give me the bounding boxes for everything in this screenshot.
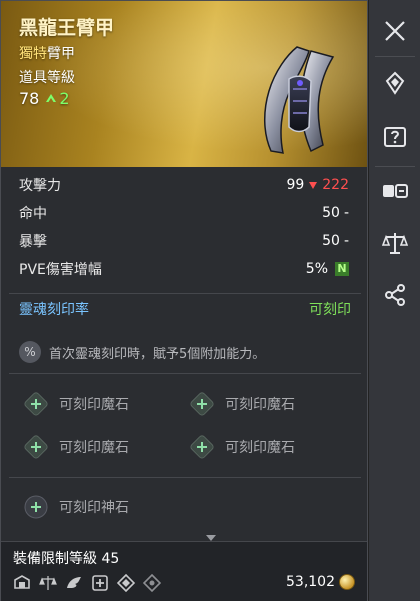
stat-label: PVE傷害增幅 xyxy=(19,262,102,278)
stat-label: 命中 xyxy=(19,206,47,222)
diamond-icon xyxy=(143,574,161,592)
item-tooltip-panel: 黑龍王臂甲 獨特臂甲 道具等級 78 2 攻擊力 99 222 命中 50 - … xyxy=(0,0,368,601)
type-word: 臂甲 xyxy=(47,46,75,62)
equip-level-requirement: 裝備限制等級 45 xyxy=(13,548,119,568)
stat-row-accuracy: 命中 50 - xyxy=(1,199,367,227)
mana-stone-slot-3[interactable]: 可刻印魔石 xyxy=(23,434,129,460)
item-header: 黑龍王臂甲 獨特臂甲 道具等級 78 2 xyxy=(1,1,367,167)
soul-engrave-row: 靈魂刻印率 可刻印 xyxy=(19,299,351,323)
gem-icon xyxy=(385,71,405,95)
percent-icon: % xyxy=(19,341,41,363)
god-stone-slot[interactable]: 可刻印神石 xyxy=(23,494,129,520)
arrow-up-icon xyxy=(46,93,57,102)
share-button[interactable] xyxy=(378,278,412,312)
stat-row-critical: 暴擊 50 - xyxy=(1,227,367,255)
stat-row-pve-damage: PVE傷害增幅 5% N xyxy=(1,255,367,283)
stat-value: 5% N xyxy=(306,261,349,277)
stat-diff: - xyxy=(343,205,349,221)
enchant-icon xyxy=(117,574,135,592)
item-level: 78 2 xyxy=(19,89,70,108)
item-name: 黑龍王臂甲 xyxy=(19,17,115,39)
compare-button[interactable] xyxy=(378,174,412,208)
req-level: 45 xyxy=(101,551,120,567)
storage-icon xyxy=(14,575,30,589)
mana-stone-slot-2[interactable]: 可刻印魔石 xyxy=(189,391,295,417)
divider xyxy=(9,477,361,478)
slot-label: 可刻印魔石 xyxy=(225,440,295,456)
mana-stone-slot-1[interactable]: 可刻印魔石 xyxy=(23,391,129,417)
soul-engrave-label: 靈魂刻印率 xyxy=(19,302,89,318)
slot-label: 可刻印神石 xyxy=(59,500,129,516)
item-grade: 獨特臂甲 xyxy=(19,43,75,63)
req-label: 裝備限制等級 xyxy=(13,551,97,567)
grade-word: 獨特 xyxy=(19,46,47,62)
item-info-button[interactable] xyxy=(378,120,412,154)
divider xyxy=(9,293,361,294)
close-button[interactable] xyxy=(378,14,412,48)
slot-label: 可刻印魔石 xyxy=(225,397,295,413)
share-icon xyxy=(385,284,405,306)
gauntlet-icon xyxy=(264,46,335,154)
price-value: 53,102 xyxy=(286,574,335,590)
gem-button[interactable] xyxy=(378,66,412,100)
tooltip-sidebar xyxy=(368,0,420,601)
level-up-indicator: 2 xyxy=(45,89,70,108)
stat-value: 50 - xyxy=(322,205,349,221)
kinah-coin-icon xyxy=(339,574,355,590)
sidebar-divider xyxy=(375,56,415,57)
stat-number: 50 xyxy=(322,233,340,249)
divider xyxy=(9,373,361,374)
stat-number: 50 xyxy=(322,205,340,221)
stat-diff: 222 xyxy=(322,177,349,193)
wing-icon xyxy=(67,577,81,588)
close-icon xyxy=(385,21,405,41)
trade-icon xyxy=(39,576,57,590)
new-badge: N xyxy=(335,262,349,276)
soul-engrave-desc-text: 首次靈魂刻印時，賦予5個附加能力。 xyxy=(49,346,266,362)
item-trait-icons xyxy=(13,574,161,592)
mana-stone-slot-4[interactable]: 可刻印魔石 xyxy=(189,434,295,460)
unknown-item-icon xyxy=(384,127,406,147)
arrow-down-icon xyxy=(309,182,318,189)
sell-price: 53,102 xyxy=(286,574,355,590)
empty-slot-plus-icon xyxy=(24,392,48,416)
soul-engrave-desc: % 首次靈魂刻印時，賦予5個附加能力。 xyxy=(19,341,265,363)
extract-icon xyxy=(92,575,108,591)
compare-icon xyxy=(383,184,408,198)
soul-engrave-status: 可刻印 xyxy=(309,302,351,318)
stat-label: 攻擊力 xyxy=(19,178,61,194)
tooltip-footer: 裝備限制等級 45 53,102 xyxy=(1,541,367,601)
stat-number: 5% xyxy=(305,261,328,277)
stat-value: 99 222 xyxy=(286,177,349,193)
stat-list: 攻擊力 99 222 命中 50 - 暴擊 50 - PVE傷害增幅 5% N xyxy=(1,171,367,283)
scales-button[interactable] xyxy=(378,226,412,260)
stat-diff: - xyxy=(343,233,349,249)
stat-number: 99 xyxy=(286,177,305,193)
empty-slot-plus-icon xyxy=(24,495,48,519)
empty-slot-plus-icon xyxy=(24,435,48,459)
stat-row-attack: 攻擊力 99 222 xyxy=(1,171,367,199)
stat-value: 50 - xyxy=(322,233,349,249)
slot-label: 可刻印魔石 xyxy=(59,397,129,413)
item-level-value: 78 xyxy=(19,89,40,108)
empty-slot-plus-icon xyxy=(190,392,214,416)
sidebar-divider xyxy=(375,166,415,167)
stat-label: 暴擊 xyxy=(19,234,47,250)
item-level-label: 道具等級 xyxy=(19,70,75,86)
level-up-value: 2 xyxy=(59,89,70,108)
scales-icon xyxy=(382,233,408,254)
slot-label: 可刻印魔石 xyxy=(59,440,129,456)
empty-slot-plus-icon xyxy=(190,435,214,459)
